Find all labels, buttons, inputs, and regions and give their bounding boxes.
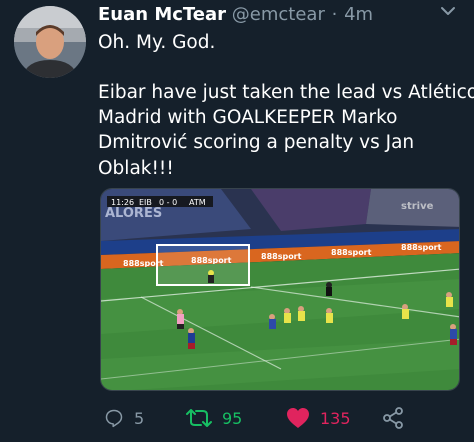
tweet-text-line-4: Dmitrović scoring a penalty vs Jan — [98, 132, 415, 153]
share-icon — [383, 407, 403, 429]
tweet-text-line-1: Oh. My. God. — [98, 32, 216, 53]
ad-board-5: 888sport — [401, 243, 442, 252]
heart-icon — [287, 408, 309, 428]
avatar-image — [14, 6, 86, 78]
retweet-count: 95 — [222, 408, 243, 428]
share-button[interactable] — [382, 406, 404, 430]
retweet-icon — [186, 409, 212, 427]
tweet-actions: 5 95 135 — [0, 398, 474, 438]
ad-board-4: 888sport — [331, 248, 372, 257]
tweet-media[interactable]: ALORES strive 11:26 EIB 0 - 0 ATM 888spo… — [100, 188, 460, 391]
author-name[interactable]: Euan McTear — [98, 4, 226, 25]
avatar[interactable] — [14, 6, 86, 78]
scoreboard-home: EIB — [139, 198, 152, 207]
scoreboard-away: ATM — [189, 198, 206, 207]
scoreboard-score: 0 - 0 — [159, 198, 177, 207]
tweet-header: Euan McTear @emctear · 4m — [98, 4, 468, 30]
reply-count: 5 — [134, 408, 145, 428]
author-handle[interactable]: @emctear — [232, 4, 325, 25]
football-match-image: ALORES strive 11:26 EIB 0 - 0 ATM 888spo… — [101, 189, 459, 390]
stand-text: ALORES — [105, 206, 162, 221]
chevron-down-icon[interactable] — [436, 2, 460, 22]
tweet-text-line-3: Madrid with GOALKEEPER Marko — [98, 107, 398, 128]
watermark: strive — [401, 201, 434, 212]
retweet-button[interactable]: 95 — [186, 406, 242, 430]
like-count: 135 — [320, 408, 351, 428]
like-button[interactable]: 135 — [286, 406, 351, 430]
tweet[interactable]: Euan McTear @emctear · 4m Oh. My. God. E… — [0, 0, 474, 442]
reply-button[interactable]: 5 — [104, 406, 144, 430]
reply-icon — [105, 409, 123, 428]
separator-dot: · — [331, 4, 338, 25]
tweet-text-line-5: Oblak!!! — [98, 158, 174, 179]
tweet-text-line-2: Eibar have just taken the lead vs Atléti… — [98, 82, 474, 103]
ad-board-3: 888sport — [261, 252, 302, 261]
timestamp[interactable]: 4m — [344, 4, 373, 25]
scoreboard-clock: 11:26 — [111, 198, 134, 207]
